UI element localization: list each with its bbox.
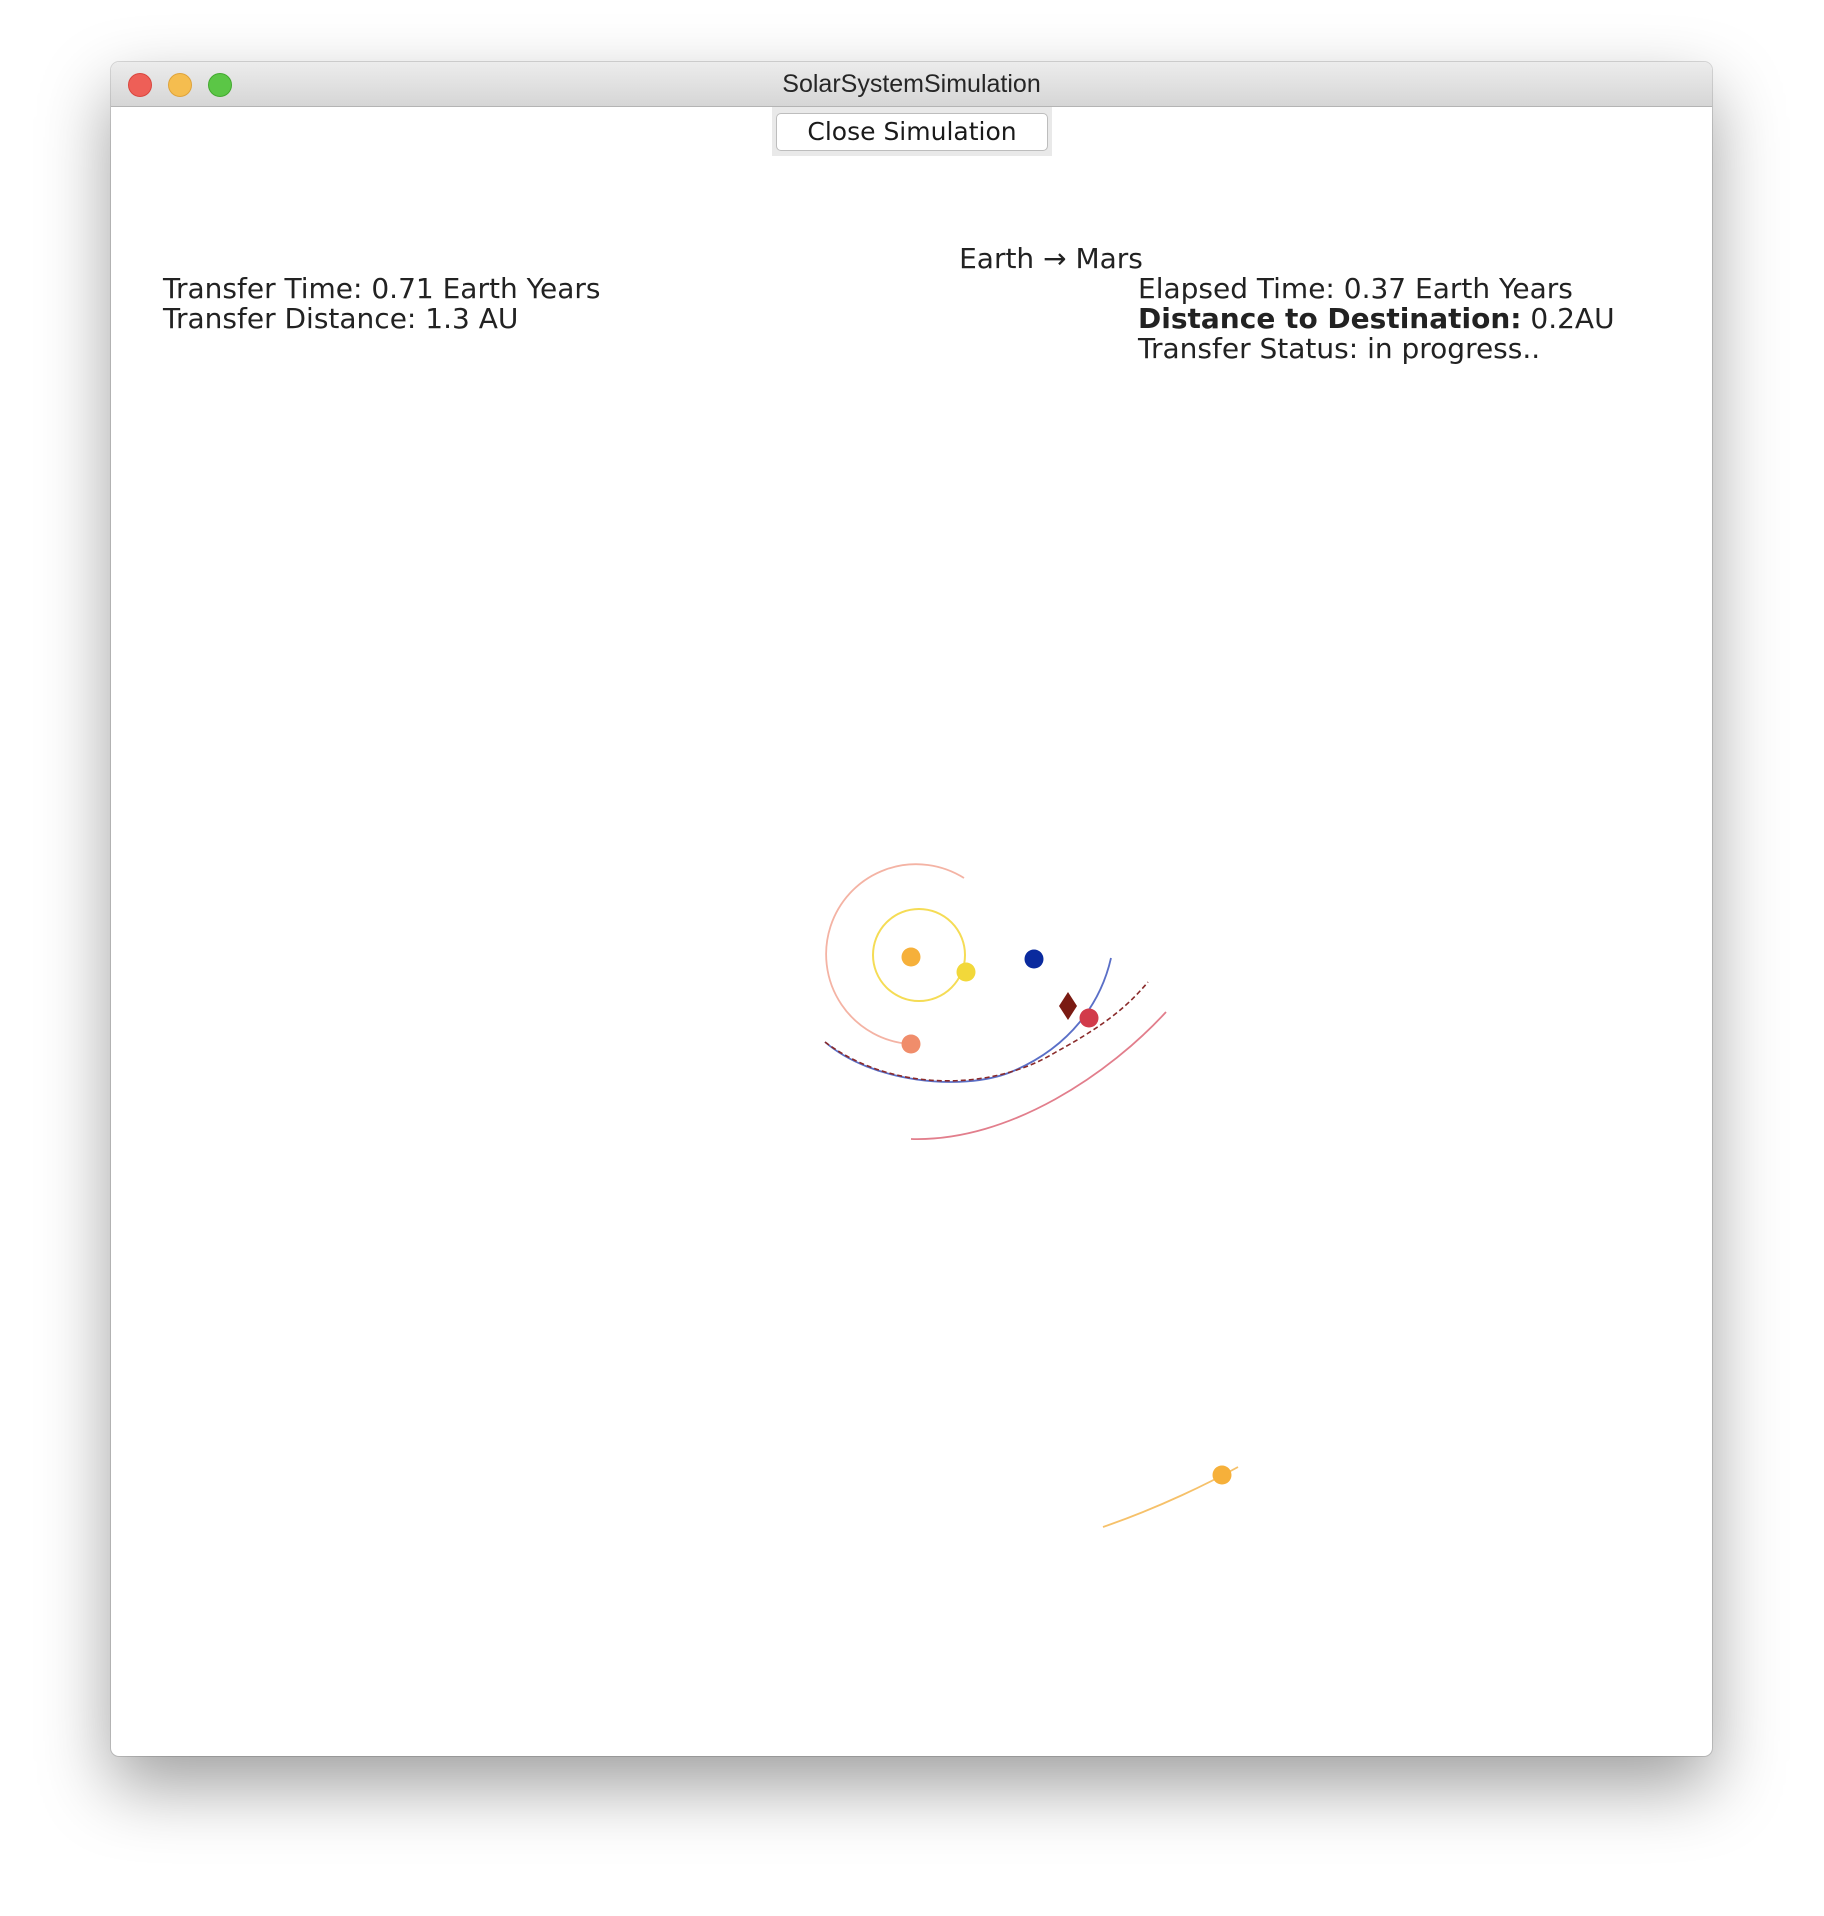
spacecraft-icon <box>1059 992 1077 1020</box>
outer-planet-icon <box>1212 1465 1232 1485</box>
venus-orbit <box>825 863 965 1045</box>
sun-icon <box>901 947 921 967</box>
mars-icon <box>1079 1008 1099 1028</box>
mars-orbit-trail <box>910 1011 1167 1140</box>
venus-icon <box>901 1034 921 1054</box>
transfer-path <box>824 981 1149 1082</box>
app-window: SolarSystemSimulation Close Simulation E… <box>111 62 1712 1756</box>
simulation-canvas <box>824 863 1239 1528</box>
mercury-icon <box>956 962 976 982</box>
earth-icon <box>1024 949 1044 969</box>
